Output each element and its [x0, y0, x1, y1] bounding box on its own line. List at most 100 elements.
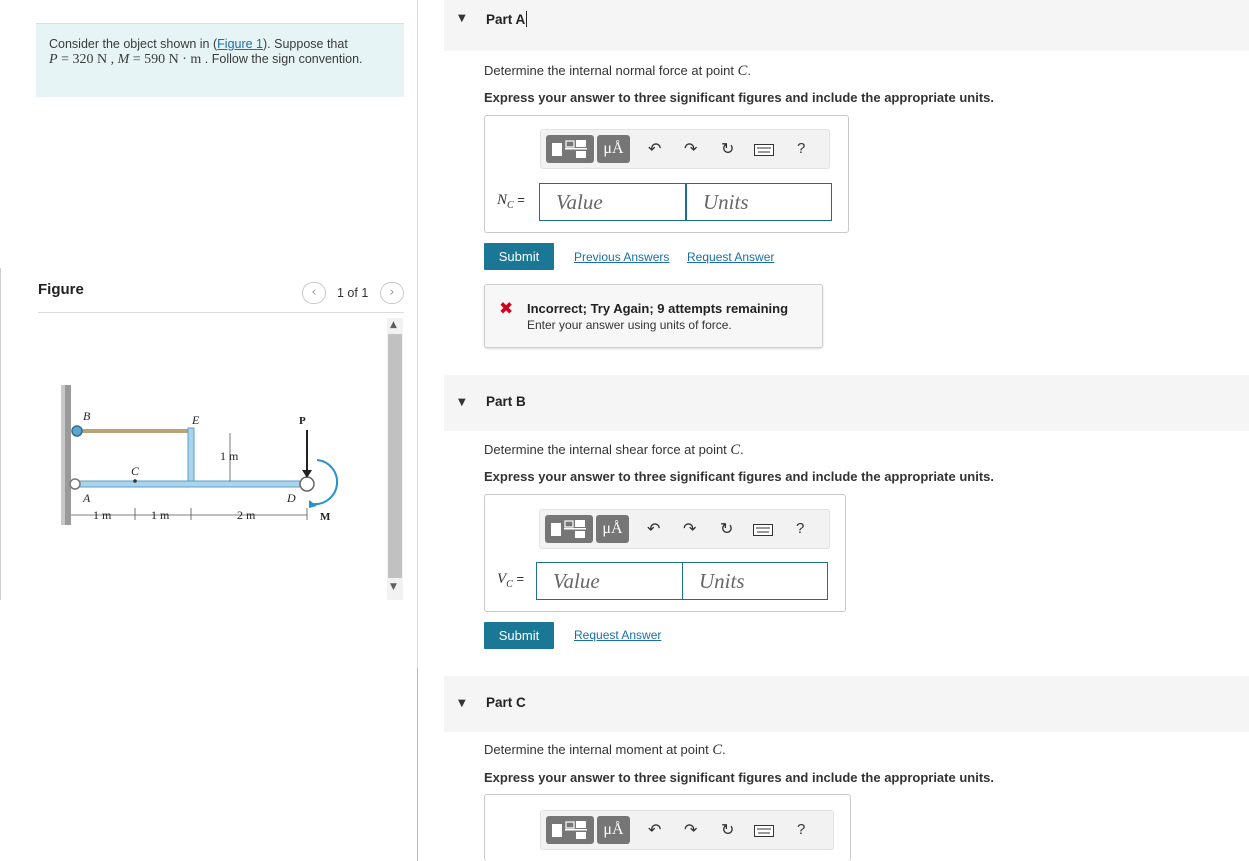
prev-figure-button[interactable]: ‹ [302, 282, 326, 304]
units-symbol-button[interactable]: μÅ [597, 135, 630, 163]
part-b-title: Part B [486, 394, 526, 409]
figure-title: Figure [38, 281, 84, 298]
part-b-variable-label: VC = [497, 571, 524, 590]
chevron-right-icon: › [389, 285, 395, 300]
label-m: M [320, 511, 331, 523]
collapse-triangle-icon[interactable]: ▼ [458, 13, 466, 24]
point-c [133, 479, 137, 483]
panel-divider-lower [417, 668, 418, 861]
part-b-question-text: Determine the internal shear force at po… [484, 442, 731, 457]
var-symbol: N [497, 192, 508, 208]
text-cursor [526, 11, 528, 27]
part-b-instruction: Express your answer to three significant… [484, 469, 994, 484]
part-a-request-answer-link[interactable]: Request Answer [687, 250, 774, 264]
collapse-triangle-icon[interactable]: ▼ [458, 698, 466, 709]
reset-icon[interactable]: ↻ [721, 140, 734, 158]
templates-button[interactable] [545, 515, 593, 543]
part-c-instruction: Express your answer to three significant… [484, 770, 994, 785]
part-b-question: Determine the internal shear force at po… [484, 442, 744, 459]
figure-panel-edge [0, 268, 1, 600]
help-button[interactable]: ? [797, 140, 805, 158]
redo-icon[interactable]: ↷ [684, 821, 697, 839]
dim-1m-b: 1 m [151, 508, 170, 522]
figure-pager-count: 1 of 1 [337, 286, 369, 300]
undo-icon[interactable]: ↶ [648, 140, 661, 158]
problem-statement: Consider the object shown in (Figure 1).… [36, 23, 404, 97]
part-a-value-input[interactable]: Value [539, 183, 686, 221]
reset-icon[interactable]: ↻ [720, 520, 733, 538]
keyboard-icon[interactable] [753, 522, 773, 540]
var-subscript: C [507, 200, 514, 211]
part-a-question-text: Determine the internal normal force at p… [484, 63, 738, 78]
units-symbol-button[interactable]: μÅ [596, 515, 629, 543]
wall-shade [61, 385, 65, 525]
figure-scrollbar-thumb[interactable] [388, 334, 402, 578]
part-b-header[interactable]: ▼ Part B [444, 375, 1249, 431]
part-c-point: C [712, 742, 723, 758]
part-c-title: Part C [486, 695, 526, 710]
part-c-question-end: . [722, 742, 726, 757]
intro-text-cont: ). Suppose that [263, 37, 348, 51]
templates-icon [552, 140, 587, 158]
part-b-toolbar: μÅ ↶ ↷ ↻ ? [539, 509, 830, 549]
part-a-units-input[interactable]: Units [686, 183, 832, 221]
part-c-toolbar: μÅ ↶ ↷ ↻ ? [540, 810, 834, 850]
load-p-arrowhead [302, 470, 312, 478]
templates-icon [552, 821, 587, 839]
pin-a [69, 478, 81, 490]
var-subscript: C [506, 579, 513, 590]
part-c-header[interactable]: ▼ Part C [444, 676, 1249, 732]
collapse-triangle-icon[interactable]: ▼ [458, 397, 466, 408]
part-b-request-answer-link[interactable]: Request Answer [574, 628, 661, 642]
moment-m-arc [312, 459, 339, 506]
member-e [187, 427, 195, 487]
part-c-question-text: Determine the internal moment at point [484, 742, 713, 757]
part-a-point: C [737, 63, 748, 79]
part-a-feedback: ✖ Incorrect; Try Again; 9 attempts remai… [484, 284, 823, 348]
part-c-question: Determine the internal moment at point C… [484, 742, 726, 759]
help-button[interactable]: ? [797, 821, 805, 839]
keyboard-icon[interactable] [754, 142, 774, 160]
part-c-answer-box: μÅ ↶ ↷ ↻ ? [484, 794, 851, 861]
part-b-point: C [730, 442, 741, 458]
intro-text: Consider the object shown in ( [49, 37, 218, 51]
templates-button[interactable] [546, 135, 594, 163]
part-a-title-text: Part A [486, 12, 526, 27]
part-a-title: Part A [486, 11, 528, 27]
label-c: C [131, 464, 140, 478]
intro-text-end: . Follow the sign convention. [201, 52, 363, 66]
previous-answers-link[interactable]: Previous Answers [574, 250, 669, 264]
undo-icon[interactable]: ↶ [647, 520, 660, 538]
part-b-value-input[interactable]: Value [536, 562, 683, 600]
part-a-variable-label: NC = [497, 192, 525, 211]
part-a-header[interactable]: ▼ Part A [444, 0, 1249, 51]
dim-1m-a: 1 m [93, 508, 112, 522]
beam-figure: B E P C A D M 1 m 1 m 1 m 2 m [61, 385, 339, 525]
scroll-up-icon[interactable]: ▲ [390, 320, 397, 330]
part-a-submit-button[interactable]: Submit [484, 243, 554, 270]
cable-be [79, 429, 191, 433]
next-figure-button[interactable]: › [380, 282, 404, 304]
pin-d [299, 476, 315, 492]
undo-icon[interactable]: ↶ [648, 821, 661, 839]
units-symbol-button[interactable]: μÅ [597, 816, 630, 844]
redo-icon[interactable]: ↷ [684, 140, 697, 158]
part-b-question-end: . [740, 442, 744, 457]
help-button[interactable]: ? [796, 520, 804, 538]
label-p: P [299, 415, 306, 427]
part-b-answer-box: μÅ ↶ ↷ ↻ ? VC = Value Units [484, 494, 846, 612]
scroll-down-icon[interactable]: ▼ [390, 582, 397, 592]
redo-icon[interactable]: ↷ [683, 520, 696, 538]
part-b-submit-button[interactable]: Submit [484, 622, 554, 649]
part-a-question-end: . [747, 63, 751, 78]
templates-button[interactable] [546, 816, 594, 844]
keyboard-icon[interactable] [754, 823, 774, 841]
figure-header-rule [38, 312, 404, 313]
label-b: B [83, 409, 91, 423]
reset-icon[interactable]: ↻ [721, 821, 734, 839]
part-b-units-input[interactable]: Units [682, 562, 828, 600]
figure-link[interactable]: Figure 1 [217, 37, 263, 51]
part-a-instruction: Express your answer to three significant… [484, 90, 994, 105]
feedback-hint: Enter your answer using units of force. [527, 318, 732, 332]
chevron-left-icon: ‹ [311, 285, 317, 300]
